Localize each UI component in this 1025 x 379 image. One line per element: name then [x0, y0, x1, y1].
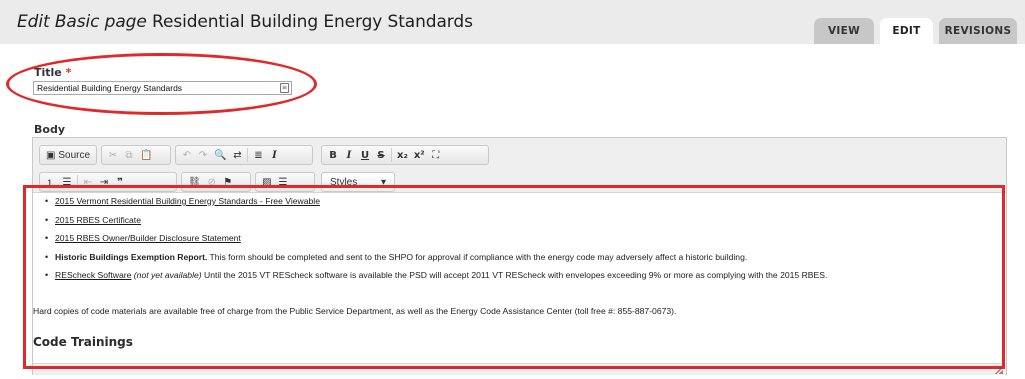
find-icon[interactable]: 🔍	[211, 147, 229, 163]
source-button[interactable]: ▣ Source	[43, 147, 93, 163]
source-group: ▣ Source	[39, 145, 97, 165]
cut-icon[interactable]: ✂	[105, 147, 121, 163]
toolbar-separator	[247, 148, 249, 162]
redo-icon[interactable]: ↷	[195, 147, 211, 163]
subscript-button[interactable]: x₂	[394, 147, 411, 163]
tab-edit[interactable]: EDIT	[880, 18, 933, 44]
copy-icon[interactable]: ⧉	[121, 147, 137, 163]
strikethrough-button[interactable]: S	[373, 147, 389, 163]
bold-button[interactable]: B	[325, 147, 341, 163]
annotation-ellipse	[6, 53, 317, 115]
select-all-icon[interactable]: ≣	[250, 147, 266, 163]
page-title-prefix: Edit Basic page	[17, 12, 147, 32]
body-label: Body	[34, 123, 65, 136]
edit-group: ↶ ↷ 🔍 ⇄ ≣ I	[175, 145, 313, 165]
replace-icon[interactable]: ⇄	[229, 147, 245, 163]
editor-toolbar: ▣ Source ✂ ⧉ 📋 ↶ ↷ 🔍 ⇄ ≣ I B I U S x₂ x² …	[33, 138, 1006, 192]
clipboard-group: ✂ ⧉ 📋	[101, 145, 171, 165]
superscript-button[interactable]: x²	[411, 147, 428, 163]
tab-bar: VIEW EDIT REVISIONS	[814, 18, 1017, 44]
underline-button[interactable]: U	[357, 147, 373, 163]
source-icon: ▣	[45, 149, 56, 161]
tab-view[interactable]: VIEW	[814, 18, 874, 44]
paste-icon[interactable]: 📋	[137, 147, 155, 163]
page-title: Edit Basic page Residential Building Ene…	[17, 12, 473, 32]
remove-format-icon[interactable]: I	[266, 147, 282, 163]
page-title-main: Residential Building Energy Standards	[152, 12, 473, 32]
toolbar-separator	[391, 148, 392, 162]
format-group: B I U S x₂ x² ⛶	[321, 145, 489, 165]
page-header: Edit Basic page Residential Building Ene…	[0, 0, 1025, 44]
annotation-rectangle	[23, 185, 1005, 369]
undo-icon[interactable]: ↶	[179, 147, 195, 163]
tab-revisions[interactable]: REVISIONS	[939, 18, 1017, 44]
italic-button[interactable]: I	[341, 147, 357, 163]
maximize-icon[interactable]: ⛶	[428, 147, 444, 163]
